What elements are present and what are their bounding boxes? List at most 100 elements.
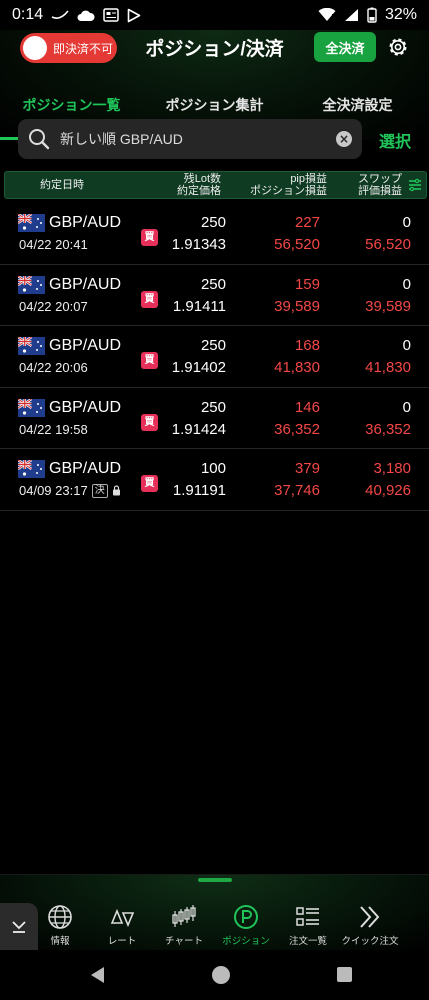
pip-pl: 159 [294,275,320,293]
header-eval-pl: 評価損益 [358,185,402,197]
currency-pair: GBP/AUD [49,337,122,354]
globe-icon [48,905,72,929]
contract-price: 1.91424 [171,420,226,438]
search-input[interactable]: 新しい順 GBP/AUD × [18,119,362,159]
wifi-icon [318,8,336,21]
pip-pl: 146 [294,398,320,416]
remaining-lot: 250 [200,337,226,354]
gbp-aud-flag-icon [17,213,45,232]
nav-chart[interactable]: チャート [154,903,214,947]
gbp-aud-flag-icon [17,459,45,478]
contract-datetime-group: 04/22 20:07 [19,299,88,314]
play-store-icon [127,8,141,22]
system-nav-bar [0,950,429,1000]
header-date: 約定日時 [40,179,84,191]
header-contract-price: 約定価格 [177,185,221,197]
nav-order-list-label: 注文一覧 [288,936,327,947]
header-pip: pip損益 ポジション損益 [237,173,327,197]
position-pl: 37,746 [274,482,320,499]
position-pl: 41,830 [274,359,320,376]
clear-icon[interactable]: × [336,131,352,147]
contract-price: 1.91411 [172,297,226,315]
news-icon [103,8,119,22]
settled-tag: 決 [91,483,108,498]
nav-position[interactable]: ポジション [216,903,276,947]
sort-settings-icon[interactable] [408,178,422,192]
header-lot-remaining: 残Lot数 [183,173,221,185]
nav-rate[interactable]: レート [92,903,152,947]
nav-order-list[interactable]: 注文一覧 [278,903,338,947]
remaining-lot: 250 [200,398,226,416]
position-pl: 36,352 [274,420,320,438]
contract-datetime-group: 04/22 19:58 [19,422,88,437]
evaluation-pl: 41,830 [365,359,411,376]
quick-order-icon [360,906,380,928]
swap-value: 3,180 [373,460,411,477]
search-icon [29,129,50,150]
pip-pl: 168 [294,337,320,354]
swap-value: 0 [402,337,411,354]
gbp-aud-flag-icon [17,397,45,417]
contract-datetime: 04/22 20:06 [19,360,88,375]
swap-value: 0 [402,214,411,231]
nav-info[interactable]: 情報 [30,903,90,947]
back-icon[interactable] [88,965,106,985]
gear-icon[interactable] [386,35,410,59]
remaining-lot: 100 [200,460,226,477]
table-row[interactable]: GBP/AUD 04/09 23:17 決買 100 1.91191 379 37,746 3… [0,449,429,511]
header-pip-pl: pip損益 [290,173,327,185]
table-row[interactable]: GBP/AUD 04/22 20:07 買 250 1.91411 159 39,589 0 3… [0,265,429,326]
table-row[interactable]: GBP/AUD 04/22 20:41 買 250 1.91343 227 56,520 0 5… [0,203,429,265]
battery-icon [367,7,377,23]
header-position-pl: ポジション損益 [250,185,327,197]
evaluation-pl: 40,926 [365,482,411,499]
swap-value: 0 [402,398,411,416]
position-p-icon [234,905,258,929]
nav-info-label: 情報 [50,936,70,947]
contract-datetime: 04/22 20:41 [19,237,88,252]
search-value: 新しい順 GBP/AUD [60,131,183,147]
nav-quick-order-label: クイック注文 [341,936,399,947]
evaluation-pl: 36,352 [365,420,411,438]
lock-icon [112,485,120,496]
clock: 0:14 [12,6,44,23]
currency-pair: GBP/AUD [49,275,122,293]
candlestick-icon [172,905,196,927]
cloud-icon [77,10,95,21]
search-row: 新しい順 GBP/AUD × 選択 [0,119,429,164]
recents-icon[interactable] [336,966,353,983]
evaluation-pl: 39,589 [365,297,411,315]
pip-pl: 379 [294,460,320,477]
collapse-down-icon [12,921,26,933]
nav-chart-label: チャート [165,936,203,947]
pip-pl: 227 [294,214,320,231]
drawer-handle[interactable] [198,878,232,882]
position-pl: 39,589 [274,297,320,315]
select-button[interactable]: 選択 [379,128,411,152]
notification-icon [51,10,69,19]
contract-datetime: 04/09 23:17 [19,483,88,498]
contract-price: 1.91191 [172,482,226,499]
home-icon[interactable] [211,965,231,985]
status-bar: 0:14 32% [0,0,429,30]
table-row[interactable]: GBP/AUD 04/22 19:58 買 250 1.91424 146 36,352 0 3… [0,388,429,449]
nav-quick-order[interactable]: クイック注文 [340,903,400,947]
table-row[interactable]: GBP/AUD 04/22 20:06 買 250 1.91402 168 41,830 0 4… [0,326,429,388]
contract-datetime-group: 04/09 23:17 決 [19,483,121,498]
contract-datetime: 04/22 19:58 [19,421,88,437]
table-header: 約定日時 残Lot数 約定価格 pip損益 ポジション損益 スワップ 評価損益 [4,171,427,199]
currency-pair: GBP/AUD [49,460,122,477]
gbp-aud-flag-icon [17,274,45,294]
nav-position-label: ポジション [222,936,270,947]
close-all-button[interactable]: 全決済 [314,32,376,62]
currency-pair: GBP/AUD [49,214,122,231]
currency-pair: GBP/AUD [49,398,122,416]
position-list: GBP/AUD 04/22 20:41 買 250 1.91343 227 56,520 0 5… [0,203,429,511]
swap-value: 0 [402,275,411,293]
contract-datetime: 04/22 20:07 [19,298,88,314]
bottom-nav: 情報 レート チャート ポジション 注文一覧 クイック注文 [0,874,429,951]
position-pl: 56,520 [274,236,320,253]
order-list-icon [296,907,319,926]
contract-price: 1.91343 [171,236,226,253]
signal-icon [344,9,358,21]
